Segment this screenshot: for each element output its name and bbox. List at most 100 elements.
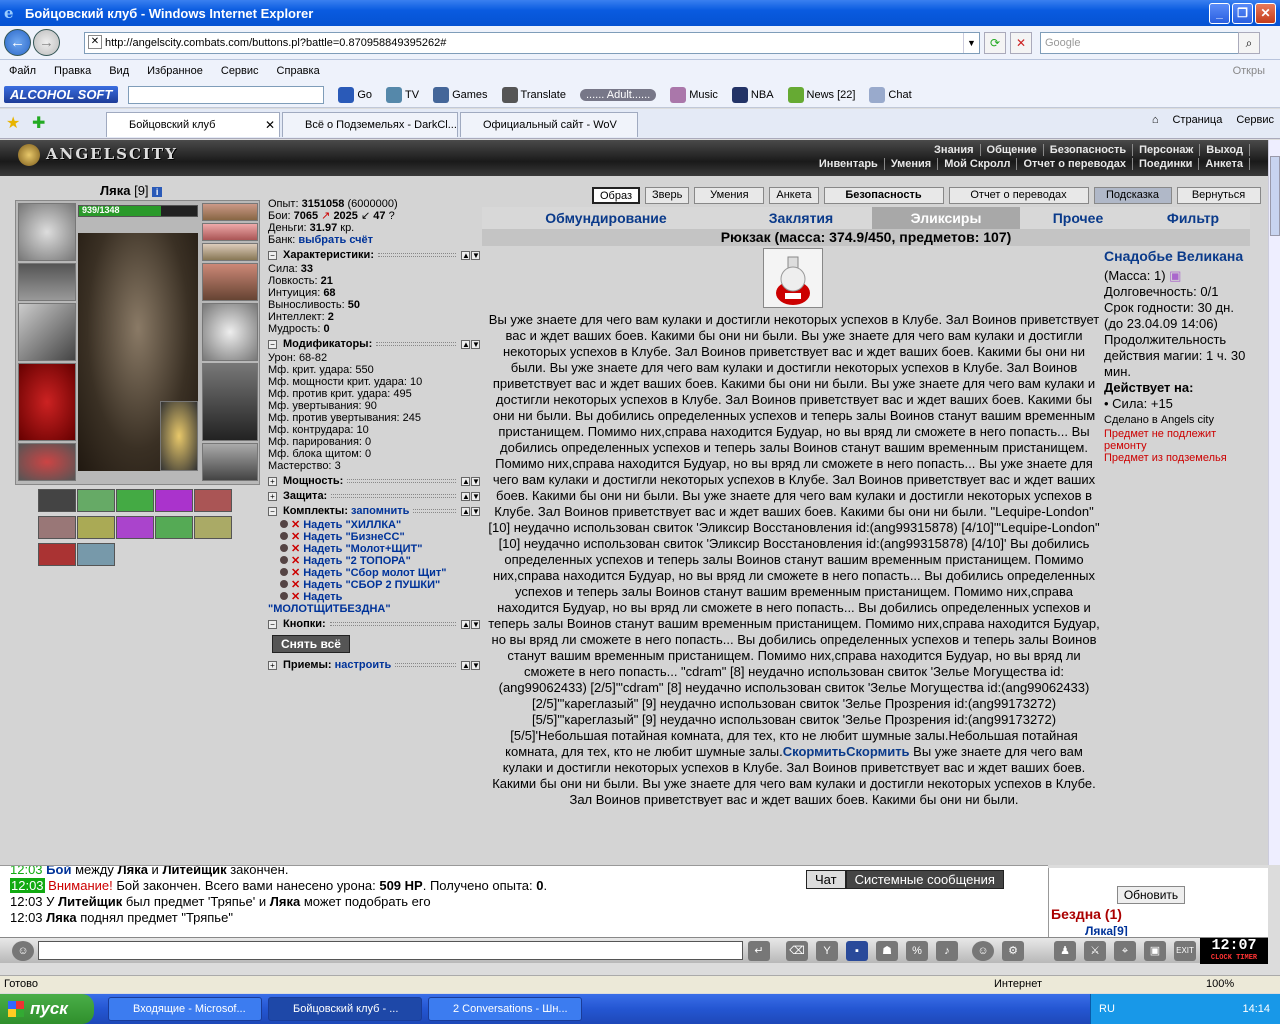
buff-icon[interactable] bbox=[116, 516, 154, 539]
task-outlook[interactable]: Входящие - Microsof... bbox=[108, 997, 262, 1021]
section-defense[interactable]: + Защита: ▲ ▼ bbox=[268, 490, 480, 502]
shield-right-slot[interactable] bbox=[202, 303, 258, 361]
menu-right-label[interactable]: Откры bbox=[1224, 65, 1274, 77]
pet-button[interactable]: Зверь bbox=[645, 187, 690, 204]
tab-dungeons[interactable]: Всё о Подземельях - DarkCl... bbox=[282, 112, 458, 137]
buff-icon[interactable] bbox=[116, 489, 154, 512]
buff-icon[interactable] bbox=[77, 489, 115, 512]
link-security[interactable]: Безопасность bbox=[1044, 144, 1134, 156]
tab-spells[interactable]: Заклятия bbox=[730, 207, 872, 229]
tab-chat[interactable]: Чат bbox=[806, 870, 846, 889]
kit-item[interactable]: ✕ Надеть "2 ТОПОРА" bbox=[268, 555, 480, 567]
helmet-slot[interactable] bbox=[18, 203, 76, 261]
tab-elixirs[interactable]: Эликсиры bbox=[872, 207, 1020, 229]
delete-kit-icon[interactable]: ✕ bbox=[291, 591, 300, 603]
weapon-slot[interactable] bbox=[18, 303, 76, 361]
chat-input[interactable] bbox=[38, 941, 743, 960]
tab-other[interactable]: Прочее bbox=[1020, 207, 1136, 229]
add-favorite-icon[interactable]: ✚ bbox=[32, 113, 45, 133]
hint-button[interactable]: Подсказка bbox=[1093, 187, 1172, 204]
minimize-button[interactable]: _ bbox=[1209, 3, 1230, 24]
close-button[interactable]: ✕ bbox=[1255, 3, 1276, 24]
person-icon[interactable]: ☗ bbox=[876, 941, 898, 961]
section-kits[interactable]: − Комплекты: запомнить ▲ ▼ bbox=[268, 505, 480, 517]
search-icon[interactable]: ⌕ bbox=[1238, 32, 1260, 54]
delete-kit-icon[interactable]: ✕ bbox=[291, 531, 300, 543]
smile-icon[interactable]: ☺ bbox=[972, 941, 994, 961]
buff-icon[interactable] bbox=[38, 516, 76, 539]
home-icon[interactable]: ⌂ bbox=[1152, 114, 1159, 126]
buff-icon[interactable] bbox=[155, 489, 193, 512]
link-exit[interactable]: Выход bbox=[1200, 144, 1250, 156]
delete-kit-icon[interactable]: ✕ bbox=[291, 555, 300, 567]
map-icon[interactable]: ⌖ bbox=[1114, 941, 1136, 961]
buff-icon[interactable] bbox=[155, 516, 193, 539]
remove-all-button[interactable]: Снять всё bbox=[272, 635, 350, 653]
alcohol-soft-logo[interactable]: ALCOHOL SOFT bbox=[4, 86, 119, 103]
chat-button[interactable]: Chat bbox=[869, 86, 912, 103]
news-button[interactable]: News [22] bbox=[787, 86, 855, 103]
earrings-slot[interactable] bbox=[202, 203, 258, 221]
transfer-report-button[interactable]: Отчет о переводах bbox=[948, 187, 1089, 204]
tv-button[interactable]: TV bbox=[386, 86, 419, 103]
tab-filter[interactable]: Фильтр bbox=[1136, 207, 1250, 229]
buff-icon[interactable] bbox=[194, 489, 232, 512]
tab-system-messages[interactable]: Системные сообщения bbox=[845, 870, 1004, 889]
link-knowledge[interactable]: Знания bbox=[928, 144, 981, 156]
task-fight-club[interactable]: Бойцовский клуб - ... bbox=[268, 997, 422, 1021]
address-dropdown-icon[interactable]: ▼ bbox=[963, 33, 979, 53]
translit-icon[interactable]: % bbox=[906, 941, 928, 961]
legs-slot[interactable] bbox=[202, 363, 258, 441]
back-button[interactable]: ← bbox=[4, 29, 31, 56]
link-character[interactable]: Персонаж bbox=[1133, 144, 1201, 156]
security-button[interactable]: Безопасность bbox=[823, 187, 944, 204]
maximize-button[interactable]: ❐ bbox=[1232, 3, 1253, 24]
choose-account-link[interactable]: выбрать счёт bbox=[298, 234, 373, 246]
kit-item[interactable]: ✕ Надеть "ХИЛЛКА" bbox=[268, 519, 480, 531]
shield-slot[interactable] bbox=[160, 401, 198, 471]
tab-fight-club[interactable]: Бойцовский клуб ✕ bbox=[106, 112, 280, 137]
delete-kit-icon[interactable]: ✕ bbox=[291, 543, 300, 555]
link-communication[interactable]: Общение bbox=[981, 144, 1044, 156]
kit-item[interactable]: ✕ Надеть "СБОР 2 ПУШКИ" bbox=[268, 579, 480, 591]
delete-kit-icon[interactable]: ✕ bbox=[291, 519, 300, 531]
eraser-icon[interactable]: ⌫ bbox=[786, 941, 808, 961]
location-user[interactable]: Ляка[9] bbox=[1085, 924, 1128, 936]
section-buttons[interactable]: − Кнопки: ▲ ▼ bbox=[268, 618, 480, 630]
page-menu[interactable]: Страница bbox=[1172, 114, 1222, 126]
gloves-slot[interactable] bbox=[202, 263, 258, 301]
kit-item[interactable]: ✕ Надеть "БизнеСС" bbox=[268, 531, 480, 543]
task-conversations[interactable]: 2 Conversations - Шн... bbox=[428, 997, 582, 1021]
link-profile[interactable]: Анкета bbox=[1199, 158, 1250, 170]
item-name[interactable]: Снадобье Великана bbox=[1104, 248, 1248, 264]
menu-favorites[interactable]: Избранное bbox=[138, 65, 212, 77]
stop-icon[interactable]: ✕ bbox=[1010, 32, 1032, 54]
save-icon[interactable]: ▪ bbox=[846, 941, 868, 961]
profile-button[interactable]: Анкета bbox=[769, 187, 819, 204]
amulet-slot[interactable] bbox=[202, 223, 258, 241]
tools-menu[interactable]: Сервис bbox=[1236, 114, 1274, 126]
return-button[interactable]: Вернуться bbox=[1176, 187, 1261, 204]
kit-item[interactable]: ✕ Надеть "Молот+ЩИТ" bbox=[268, 543, 480, 555]
delete-kit-icon[interactable]: ✕ bbox=[291, 567, 300, 579]
buff-icon[interactable] bbox=[77, 543, 115, 566]
page-scrollbar[interactable] bbox=[1268, 140, 1280, 865]
kit-item[interactable]: ✕ Надеть bbox=[268, 591, 480, 603]
link-inventory[interactable]: Инвентарь bbox=[813, 158, 885, 170]
translate-button[interactable]: Translate bbox=[501, 86, 566, 103]
start-button[interactable]: пуск bbox=[0, 994, 94, 1024]
buff-icon[interactable] bbox=[38, 543, 76, 566]
link-my-scroll[interactable]: Мой Скролл bbox=[938, 158, 1018, 170]
battle-icon[interactable]: ⚔ bbox=[1084, 941, 1106, 961]
music-button[interactable]: Music bbox=[670, 86, 718, 103]
nba-button[interactable]: NBA bbox=[731, 86, 774, 103]
section-modifiers[interactable]: − Модификаторы: ▲ ▼ bbox=[268, 338, 480, 350]
menu-view[interactable]: Вид bbox=[100, 65, 138, 77]
menu-edit[interactable]: Правка bbox=[45, 65, 100, 77]
adult-player[interactable]: ...... Adult...... bbox=[579, 88, 657, 101]
menu-file[interactable]: Файл bbox=[0, 65, 45, 77]
sound-icon[interactable]: ♪ bbox=[936, 941, 958, 961]
kit-item[interactable]: ✕ Надеть "Сбор молот Щит" bbox=[268, 567, 480, 579]
zoom-level[interactable]: 100% bbox=[1206, 976, 1234, 993]
tab-close-icon[interactable]: ✕ bbox=[265, 113, 275, 137]
